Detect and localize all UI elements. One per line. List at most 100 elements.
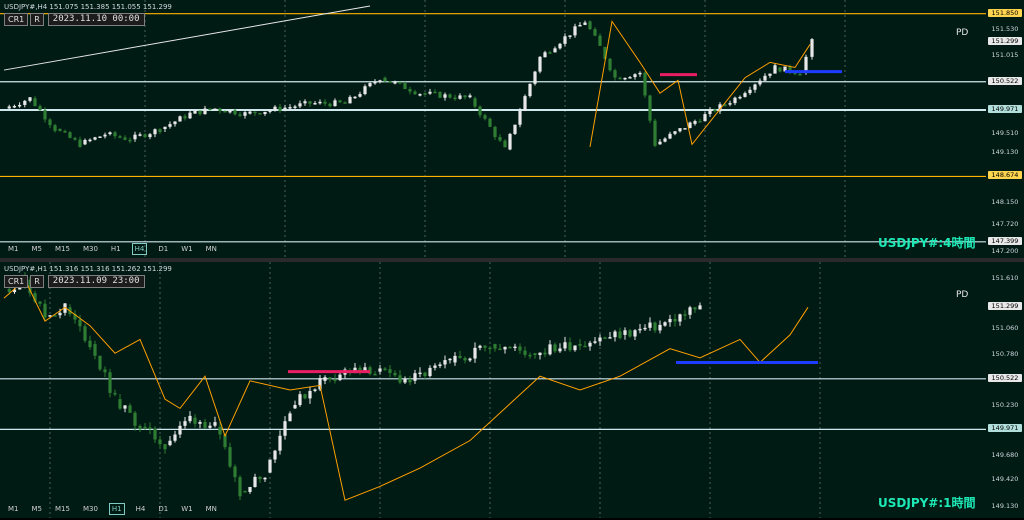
r-button[interactable]: R xyxy=(30,275,44,288)
candle-body xyxy=(273,106,277,111)
candle-body xyxy=(73,137,77,140)
h1-pd-label: PD xyxy=(956,290,969,300)
timeframe-button-h4[interactable]: H4 xyxy=(131,243,148,255)
timeframe-button-w1[interactable]: W1 xyxy=(179,504,194,514)
candle-body xyxy=(448,94,452,98)
candle-body xyxy=(288,107,292,109)
zigzag-line xyxy=(589,20,811,148)
candle-body xyxy=(188,415,192,422)
candle-body xyxy=(318,101,322,104)
candle-body xyxy=(28,97,32,101)
candle-body xyxy=(48,119,52,126)
candle-body xyxy=(338,100,342,103)
cr1-button[interactable]: CR1 xyxy=(4,275,29,288)
candle-body xyxy=(313,103,317,105)
candle-body xyxy=(333,379,337,381)
timeframe-button-h4[interactable]: H4 xyxy=(134,504,148,514)
candle-body xyxy=(523,96,527,111)
candle-body xyxy=(203,421,207,428)
price-axis-label: 151.530 xyxy=(991,25,1019,34)
timeframe-button-m15[interactable]: M15 xyxy=(53,244,72,254)
candle-body xyxy=(548,344,552,355)
candle-body xyxy=(248,487,252,492)
price-axis-label: 151.610 xyxy=(991,273,1019,282)
candle-body xyxy=(543,352,547,355)
timeframe-button-m5[interactable]: M5 xyxy=(30,244,45,254)
timeframe-button-m1[interactable]: M1 xyxy=(6,244,21,254)
candle-body xyxy=(433,91,437,94)
candle-body xyxy=(218,426,222,435)
h4-time-readout: 2023.11.10 00:00 xyxy=(47,13,145,26)
timeframe-button-m30[interactable]: M30 xyxy=(81,244,100,254)
candle-body xyxy=(643,327,647,330)
candle-body xyxy=(563,36,567,44)
price-axis-label: 150.522 xyxy=(988,76,1022,85)
candle-body xyxy=(213,422,217,426)
timeframe-button-h1[interactable]: H1 xyxy=(109,244,123,254)
candle-body xyxy=(63,131,67,133)
timeframe-button-m1[interactable]: M1 xyxy=(6,504,21,514)
candle-body xyxy=(683,314,687,316)
h1-chart-canvas[interactable] xyxy=(0,262,986,518)
candle-body xyxy=(463,357,467,361)
candle-body xyxy=(243,112,247,116)
candle-body xyxy=(583,345,587,348)
candle-body xyxy=(93,344,97,356)
h4-chart-title: USDJPY#:4時間 xyxy=(878,236,976,250)
candle-body xyxy=(713,109,717,112)
timeframe-button-d1[interactable]: D1 xyxy=(156,244,170,254)
candle-body xyxy=(568,35,572,37)
candle-body xyxy=(98,136,102,138)
candle-body xyxy=(698,305,702,310)
candle-body xyxy=(393,372,397,376)
h1-chart-panel[interactable]: USDJPY#,H1 151.316 151.316 151.262 151.2… xyxy=(0,262,1024,518)
candle-body xyxy=(143,134,147,138)
candle-body xyxy=(728,103,732,105)
candle-body xyxy=(213,108,217,111)
candle-body xyxy=(438,91,442,98)
timeframe-button-m5[interactable]: M5 xyxy=(30,504,45,514)
candle-body xyxy=(148,134,152,138)
candle-body xyxy=(578,344,582,346)
h4-chart-canvas[interactable] xyxy=(0,0,986,258)
candle-body xyxy=(68,132,72,138)
candle-body xyxy=(533,71,537,84)
timeframe-button-h1[interactable]: H1 xyxy=(108,503,125,515)
timeframe-button-m30[interactable]: M30 xyxy=(81,504,100,514)
candle-body xyxy=(193,110,197,114)
candle-body xyxy=(78,319,82,327)
candle-body xyxy=(638,328,642,331)
timeframe-button-mn[interactable]: MN xyxy=(204,244,219,254)
candle-body xyxy=(158,439,162,445)
candle-body xyxy=(498,348,502,351)
candle-body xyxy=(613,70,617,78)
candle-body xyxy=(733,97,737,104)
h1-timeframe-bar: M1 M5 M15 M30 H1 H4 D1 W1 MN xyxy=(6,503,219,515)
candle-body xyxy=(313,389,317,391)
candle-body xyxy=(388,369,392,373)
candle-body xyxy=(438,364,442,366)
candle-body xyxy=(673,131,677,134)
cr1-button[interactable]: CR1 xyxy=(4,13,29,26)
candle-body xyxy=(293,106,297,108)
candle-body xyxy=(153,129,157,135)
candle-body xyxy=(203,108,207,115)
candle-body xyxy=(128,405,132,413)
timeframe-button-m15[interactable]: M15 xyxy=(53,504,72,514)
candle-body xyxy=(88,139,92,142)
candle-body xyxy=(83,139,87,145)
candle-body xyxy=(178,425,182,435)
h4-chart-panel[interactable]: USDJPY#,H4 151.075 151.385 151.055 151.2… xyxy=(0,0,1024,258)
timeframe-button-w1[interactable]: W1 xyxy=(179,244,194,254)
candle-body xyxy=(668,133,672,139)
candle-body xyxy=(508,133,512,150)
candle-body xyxy=(658,324,662,331)
timeframe-button-mn[interactable]: MN xyxy=(204,504,219,514)
candle-body xyxy=(268,110,272,112)
timeframe-button-d1[interactable]: D1 xyxy=(156,504,170,514)
candle-body xyxy=(553,48,557,53)
candle-body xyxy=(423,93,427,95)
r-button[interactable]: R xyxy=(30,13,44,26)
price-axis-label: 151.015 xyxy=(991,51,1019,60)
candle-body xyxy=(463,95,467,98)
